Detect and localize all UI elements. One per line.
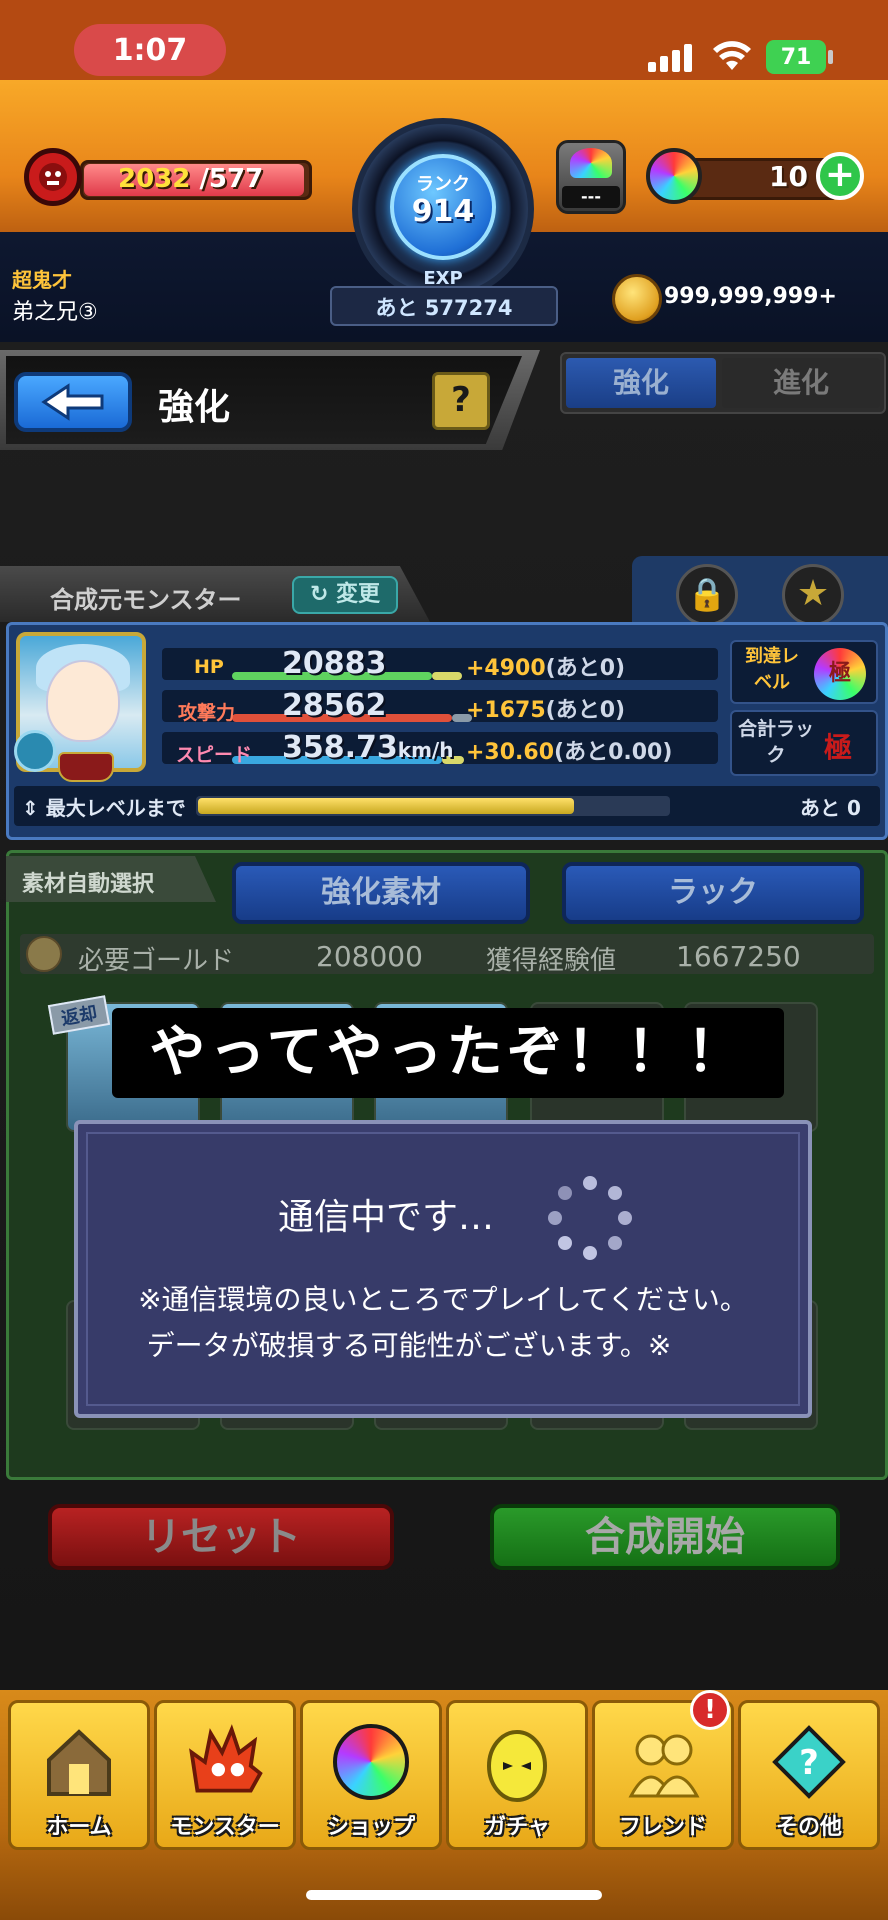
- rank-label: ランク: [416, 174, 470, 195]
- signal-icon: [648, 44, 692, 72]
- rainbow-orb-icon: [570, 148, 612, 178]
- player-name: 弟之兄③: [12, 300, 98, 325]
- start-combine-button[interactable]: 合成開始: [490, 1504, 840, 1570]
- player-title: 超鬼才: [12, 268, 72, 292]
- video-caption: やってやったぞ！！！: [112, 1008, 784, 1098]
- lock-area: [632, 556, 888, 626]
- gold-coin-icon: [612, 274, 662, 324]
- loading-spinner-icon: [548, 1176, 632, 1260]
- max-level-label: ⇕ 最大レベルまで: [22, 796, 186, 820]
- speed-bonus: +30.60(あと0.00): [466, 740, 673, 765]
- loading-title: 通信中です…: [278, 1197, 495, 1238]
- loading-message-1: ※通信環境の良いところでプレイしてください。: [138, 1283, 748, 1316]
- nav-other[interactable]: ? その他: [738, 1700, 880, 1850]
- hp-label: HP: [194, 656, 224, 678]
- reset-button[interactable]: リセット: [48, 1504, 394, 1570]
- luck-max-icon: 極: [824, 731, 853, 764]
- reach-level-badge: 極: [814, 648, 866, 700]
- item-box-label: ---: [562, 186, 620, 208]
- gold-coin-icon: [26, 936, 62, 972]
- nav-home-label: ホーム: [46, 1815, 112, 1840]
- portrait-face: [46, 660, 120, 742]
- max-level-remaining: あと 0: [800, 796, 861, 820]
- max-level-fill: [198, 798, 574, 814]
- help-button[interactable]: ?: [432, 372, 490, 430]
- change-monster-button[interactable]: ↻ 変更: [292, 576, 398, 614]
- hp-value: 20883: [282, 646, 387, 681]
- loading-dialog-inner: [86, 1132, 800, 1406]
- nav-gacha[interactable]: ガチャ: [446, 1700, 588, 1850]
- nav-shop-label: ショップ: [326, 1815, 415, 1840]
- page-title: 強化: [158, 387, 231, 428]
- speed-value: 358.73km/h: [282, 730, 454, 765]
- gold-required-label: 必要ゴールド: [78, 946, 235, 976]
- battery-nub: [828, 50, 833, 64]
- total-luck-label: 合計ラック: [738, 718, 815, 766]
- nav-gacha-label: ガチャ: [484, 1815, 550, 1840]
- type-icon: [58, 752, 114, 782]
- attack-bonus: +1675(あと0): [466, 698, 626, 723]
- svg-text:?: ?: [799, 1743, 819, 1783]
- element-icon: [14, 730, 56, 772]
- loading-message-2: データが破損する可能性がございます。※: [146, 1329, 672, 1362]
- hp-bonus-bar: [432, 672, 462, 680]
- rank-value: 914: [411, 194, 475, 229]
- reach-level-label: 到達レベル: [745, 646, 799, 693]
- exp-remaining: あと 577274: [375, 296, 513, 320]
- gold-required-value: 208000: [316, 940, 423, 973]
- hp-bonus: +4900(あと0): [466, 656, 626, 681]
- lock-icon[interactable]: 🔒: [676, 564, 738, 626]
- orb-icon: [646, 148, 702, 204]
- stamina-icon[interactable]: [24, 148, 82, 206]
- speed-label: スピード: [176, 744, 253, 766]
- friend-alert-badge: !: [690, 1690, 730, 1730]
- nav-monster[interactable]: モンスター: [154, 1700, 296, 1850]
- tab-evolve[interactable]: 進化: [722, 358, 880, 408]
- stamina-value: 2032 /577: [118, 164, 264, 194]
- other-icon: ?: [768, 1721, 850, 1803]
- battery-indicator: 71: [766, 40, 826, 74]
- enhance-material-button[interactable]: 強化素材: [232, 862, 530, 924]
- back-button[interactable]: [14, 372, 132, 432]
- attack-value: 28562: [282, 688, 387, 723]
- gacha-egg-icon: [476, 1721, 558, 1803]
- wifi-icon: [712, 38, 752, 72]
- attack-label: 攻撃力: [178, 702, 236, 724]
- nav-home[interactable]: ホーム: [8, 1700, 150, 1850]
- source-monster-label: 合成元モンスター: [50, 586, 242, 614]
- nav-other-label: その他: [775, 1815, 842, 1840]
- tab-enhance[interactable]: 強化: [566, 358, 716, 408]
- friends-icon: [622, 1721, 704, 1803]
- auto-select-label: 素材自動選択: [22, 872, 155, 897]
- bottom-nav-items: ホーム モンスター ショップ ガチャ フレンド ? その他: [0, 1690, 888, 1850]
- orb-icon: [330, 1721, 412, 1803]
- orb-count: 10: [769, 160, 808, 193]
- nav-shop[interactable]: ショップ: [300, 1700, 442, 1850]
- back-arrow-icon: [41, 383, 104, 421]
- exp-gain-value: 1667250: [676, 940, 801, 973]
- star-icon[interactable]: ★: [782, 564, 844, 626]
- home-indicator: [306, 1890, 602, 1900]
- add-orb-button[interactable]: +: [816, 152, 864, 200]
- nav-friend-label: フレンド: [618, 1815, 707, 1840]
- change-label: 変更: [336, 582, 381, 607]
- gold-value: 999,999,999+: [664, 284, 837, 309]
- monster-icon: [184, 1721, 266, 1803]
- luck-material-button[interactable]: ラック: [562, 862, 864, 924]
- nav-monster-label: モンスター: [170, 1815, 280, 1840]
- home-icon: [38, 1721, 120, 1803]
- status-time: 1:07: [74, 24, 226, 76]
- exp-gain-label: 獲得経験値: [486, 946, 617, 976]
